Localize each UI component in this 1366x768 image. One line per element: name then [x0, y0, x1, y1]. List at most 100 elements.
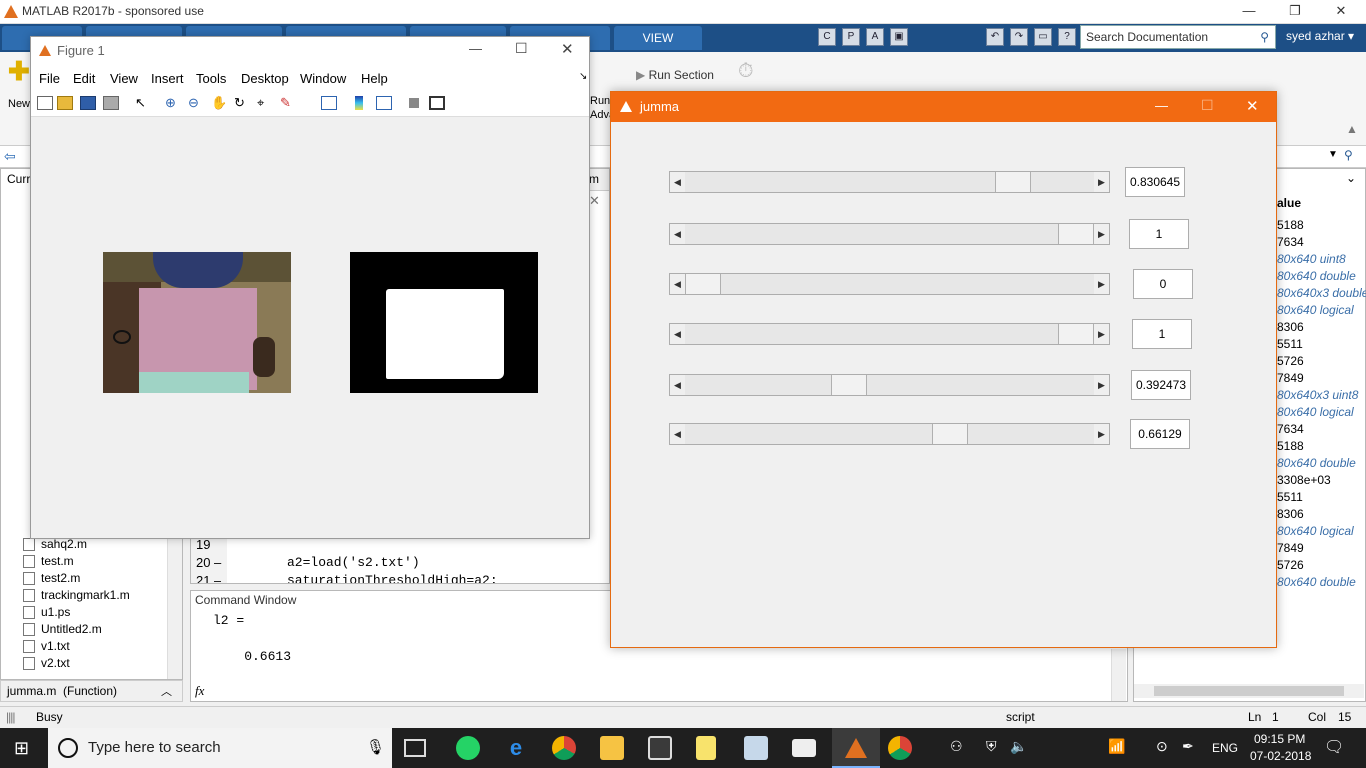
slider-thumb[interactable]	[1058, 224, 1094, 244]
edge-icon[interactable]: e	[504, 736, 528, 760]
slider-value-box-2[interactable]: 1	[1129, 219, 1189, 249]
rotate-3d-icon[interactable]: ↻	[234, 96, 250, 110]
address-dropdown-icon[interactable]: ▼	[1328, 149, 1338, 160]
slider-left-arrow-icon[interactable]: ◀	[670, 274, 685, 294]
workspace-value[interactable]: 5726	[1277, 354, 1304, 368]
brush-icon[interactable]: ✎	[280, 96, 296, 110]
clock-date[interactable]: 07-02-2018	[1250, 749, 1311, 763]
quick-access-icon[interactable]: A	[866, 28, 884, 46]
sticky-notes-icon[interactable]	[696, 736, 716, 760]
cut-icon[interactable]: C	[818, 28, 836, 46]
details-bar[interactable]: jumma.m (Function) ︿	[0, 680, 183, 702]
jumma-close-button[interactable]: ✕	[1246, 97, 1259, 115]
slider-thumb[interactable]	[831, 375, 868, 395]
slider-value-box-5[interactable]: 0.392473	[1131, 370, 1191, 400]
file-item[interactable]: v2.txt	[41, 656, 70, 670]
workspace-value[interactable]: 7849	[1277, 541, 1304, 555]
slider-6[interactable]: ◀ ▶	[669, 423, 1110, 445]
slider-5[interactable]: ◀ ▶	[669, 374, 1110, 396]
workspace-value[interactable]: 80x640x3 double	[1277, 286, 1366, 300]
workspace-value[interactable]: 80x640 logical	[1277, 405, 1354, 419]
file-item[interactable]: sahq2.m	[41, 537, 87, 551]
matlab-close-button[interactable]: ✕	[1318, 0, 1364, 24]
menu-desktop[interactable]: Desktop	[241, 71, 289, 86]
slider-1[interactable]: ◀ ▶	[669, 171, 1110, 193]
redo-icon[interactable]: ↷	[1010, 28, 1028, 46]
file-item[interactable]: Untitled2.m	[41, 622, 102, 636]
workspace-actions-icon[interactable]: ⌄	[1346, 171, 1356, 185]
new-button[interactable]: ✚ New	[8, 58, 32, 114]
slider-right-arrow-icon[interactable]: ▶	[1094, 324, 1109, 344]
jumma-maximize-button[interactable]: ☐	[1201, 97, 1214, 114]
search-documentation-input[interactable]: Search Documentation ⚲	[1080, 25, 1276, 49]
slider-left-arrow-icon[interactable]: ◀	[670, 224, 685, 244]
edit-plot-icon[interactable]: ↖	[135, 96, 151, 110]
task-view-icon[interactable]	[404, 739, 426, 757]
slider-4[interactable]: ◀ ▶	[669, 323, 1110, 345]
file-item[interactable]: trackingmark1.m	[41, 588, 130, 602]
slider-right-arrow-icon[interactable]: ▶	[1094, 172, 1109, 192]
workspace-value[interactable]: 5511	[1277, 490, 1303, 504]
workspace-value[interactable]: 5726	[1277, 558, 1304, 572]
insert-legend-icon[interactable]	[376, 96, 392, 110]
workspace-value[interactable]: 8306	[1277, 320, 1304, 334]
hide-plot-tools-icon[interactable]	[409, 98, 419, 108]
workspace-value-header[interactable]: alue	[1277, 196, 1301, 210]
file-item[interactable]: u1.ps	[41, 605, 70, 619]
user-menu[interactable]: syed azhar ▾	[1286, 29, 1354, 43]
slider-left-arrow-icon[interactable]: ◀	[670, 375, 685, 395]
workspace-hscrollbar[interactable]	[1134, 684, 1364, 698]
menu-dock-icon[interactable]: ↘	[579, 71, 587, 82]
link-plot-icon[interactable]	[321, 96, 337, 110]
slider-left-arrow-icon[interactable]: ◀	[670, 424, 685, 444]
details-expand-icon[interactable]: ︿	[161, 683, 172, 699]
paste-icon[interactable]: P	[842, 28, 860, 46]
menu-window[interactable]: Window	[300, 71, 346, 86]
chrome-taskbar-icon[interactable]	[888, 736, 912, 760]
workspace-value[interactable]: 80x640 logical	[1277, 524, 1354, 538]
search-icon[interactable]: ⚲	[1260, 26, 1269, 48]
workspace-value[interactable]: 8306	[1277, 507, 1304, 521]
save-figure-icon[interactable]	[80, 96, 96, 110]
slider-thumb[interactable]	[931, 424, 968, 444]
camera-tray-icon[interactable]: ⊙	[1156, 738, 1168, 755]
people-icon[interactable]: ⚇	[950, 738, 963, 755]
slider-value-box-6[interactable]: 0.66129	[1130, 419, 1190, 449]
run-and-time-icon[interactable]: ⏱	[738, 60, 754, 83]
workspace-value[interactable]: 7634	[1277, 422, 1304, 436]
zoom-out-icon[interactable]: ⊖	[188, 96, 204, 110]
slider-left-arrow-icon[interactable]: ◀	[670, 324, 685, 344]
code-line[interactable]: saturationThresholdHigh=a2;	[287, 573, 498, 583]
back-arrow-icon[interactable]: ⇦	[4, 148, 16, 165]
action-center-icon[interactable]: 🗨	[1324, 737, 1344, 757]
folder-search-icon[interactable]: ⚲	[1344, 148, 1353, 162]
mail-icon[interactable]	[792, 739, 816, 757]
slider-right-arrow-icon[interactable]: ▶	[1094, 424, 1109, 444]
workspace-value[interactable]: 80x640 logical	[1277, 303, 1354, 317]
save-icon[interactable]: ▣	[890, 28, 908, 46]
file-item[interactable]: v1.txt	[41, 639, 70, 653]
file-explorer-icon[interactable]	[600, 736, 624, 760]
network-icon[interactable]: 📶	[1108, 738, 1125, 755]
matlab-minimize-button[interactable]: —	[1226, 0, 1272, 24]
file-item[interactable]: test2.m	[41, 571, 80, 585]
menu-help[interactable]: Help	[361, 71, 388, 86]
slider-value-box-1[interactable]: 0.830645	[1125, 167, 1185, 197]
slider-3[interactable]: ◀ ▶	[669, 273, 1110, 295]
code-line[interactable]: a2=load('s2.txt')	[287, 555, 420, 570]
workspace-value[interactable]: 80x640 double	[1277, 456, 1356, 470]
collapse-ribbon-icon[interactable]: ▲	[1346, 122, 1358, 136]
defender-icon[interactable]: ⛨	[986, 738, 997, 755]
microphone-icon[interactable]: 🎙	[366, 738, 385, 756]
chrome-icon[interactable]	[552, 736, 576, 760]
workspace-value[interactable]: 5511	[1277, 337, 1303, 351]
command-window-scrollbar[interactable]	[1111, 649, 1126, 701]
ribbon-tab-view[interactable]: VIEW	[614, 26, 702, 50]
jumma-minimize-button[interactable]: —	[1155, 98, 1168, 113]
store-icon[interactable]	[648, 736, 672, 760]
workspace-value[interactable]: 5188	[1277, 439, 1304, 453]
pen-icon[interactable]: ✒	[1182, 738, 1194, 755]
slider-right-arrow-icon[interactable]: ▶	[1094, 375, 1109, 395]
switch-windows-icon[interactable]: ▭	[1034, 28, 1052, 46]
print-figure-icon[interactable]	[103, 96, 119, 110]
